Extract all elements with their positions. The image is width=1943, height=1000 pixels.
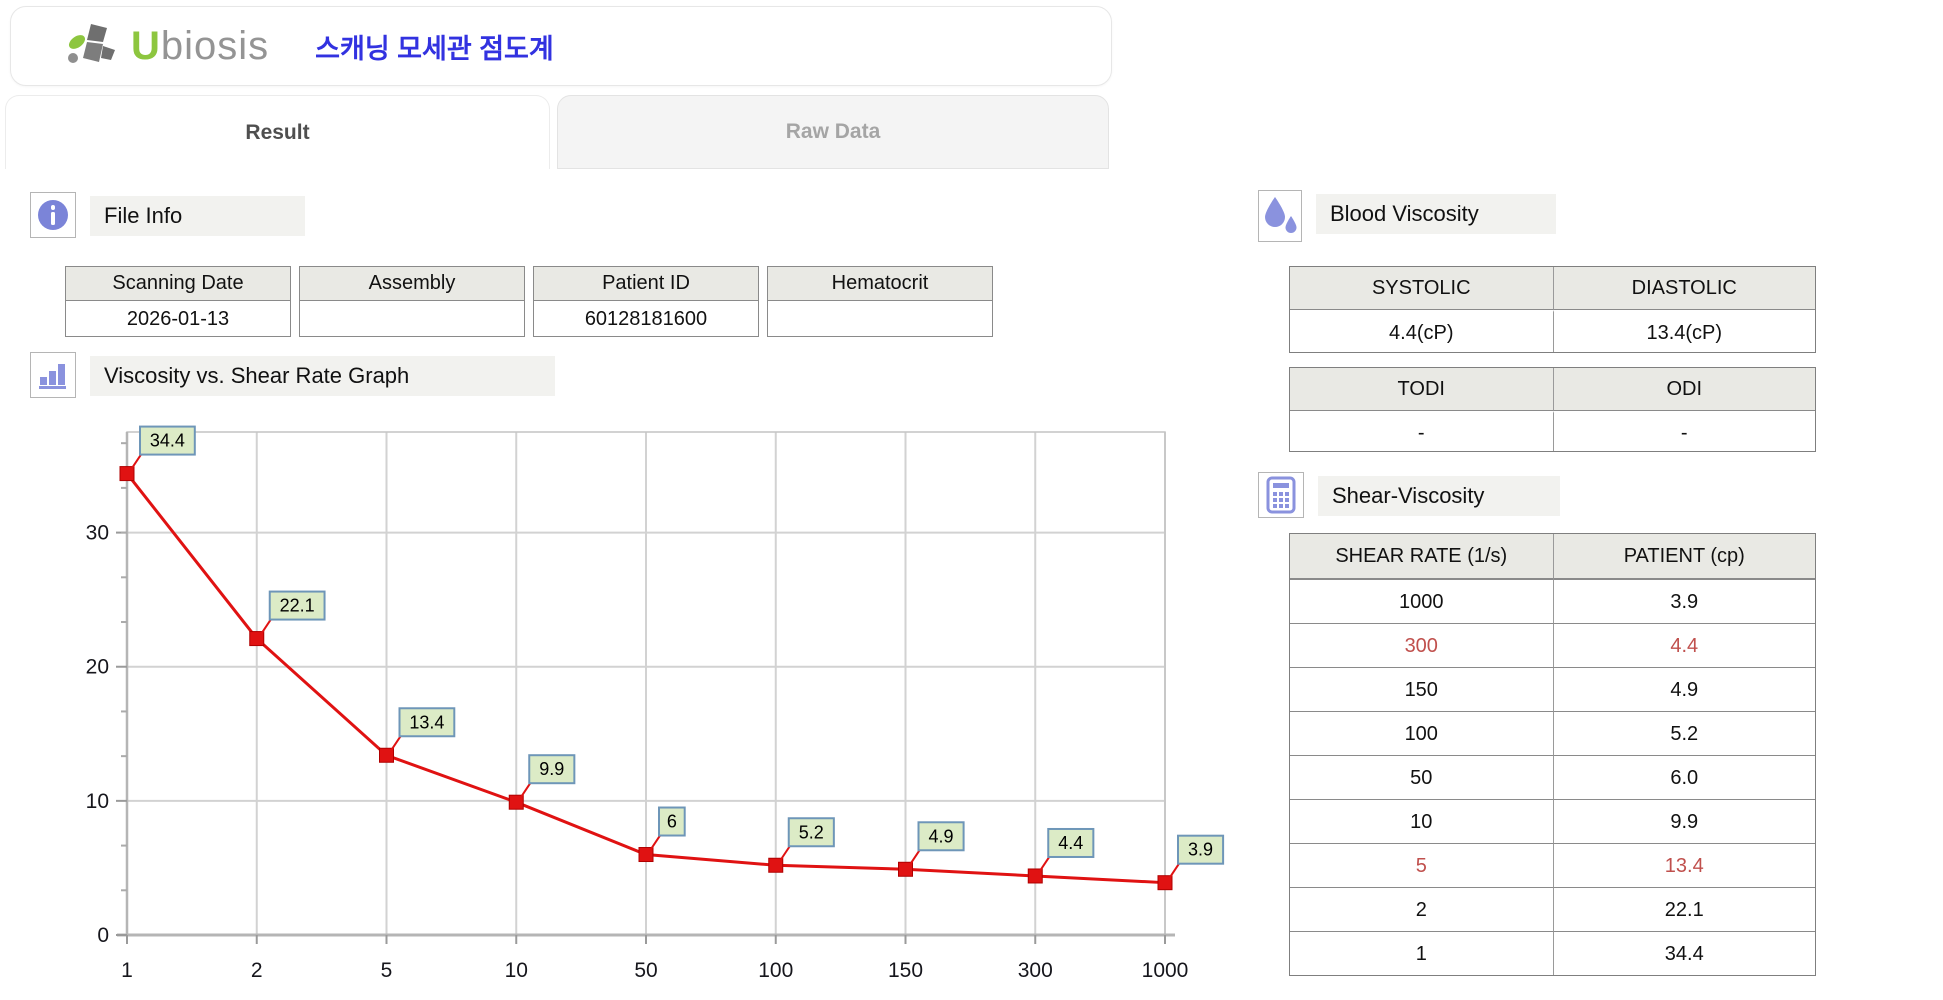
- blood-drop-icon: [1258, 190, 1302, 242]
- patient-cell: 13.4: [1553, 843, 1816, 887]
- svg-text:0: 0: [97, 924, 109, 947]
- app-title: 스캐닝 모세관 점도계: [315, 27, 554, 66]
- svg-text:1000: 1000: [1142, 959, 1189, 982]
- svg-text:6: 6: [667, 812, 677, 832]
- graph-section-header: Viscosity vs. Shear Rate Graph: [30, 352, 555, 398]
- blood-viscosity-title: Blood Viscosity: [1316, 194, 1556, 234]
- shear-viscosity-title: Shear-Viscosity: [1318, 476, 1560, 516]
- shear-rate-cell: 2: [1290, 887, 1553, 931]
- svg-text:34.4: 34.4: [150, 431, 185, 451]
- field-label: Assembly: [300, 267, 524, 301]
- blood-viscosity-section-header: Blood Viscosity: [1258, 190, 1556, 242]
- diastolic-value: 13.4(cP): [1553, 310, 1816, 352]
- ubiosis-leaf-icon: [63, 20, 127, 72]
- field-value: [768, 301, 992, 336]
- calculator-icon: [1258, 472, 1304, 518]
- odi-value: -: [1553, 411, 1816, 451]
- shear-rate-cell: 1: [1290, 931, 1553, 975]
- svg-text:5.2: 5.2: [799, 822, 824, 842]
- viscosity-shear-rate-chart: 0 10 20 30 1 2 5 10 50 100 150 300 1000 34.4 22.1 13.4 9…: [0, 415, 1250, 995]
- svg-text:10: 10: [86, 790, 109, 813]
- shear-rate-cell: 100: [1290, 711, 1553, 755]
- ubiosis-logo: Ubiosis: [63, 20, 269, 72]
- patient-cell: 4.9: [1553, 667, 1816, 711]
- svg-text:22.1: 22.1: [280, 596, 315, 616]
- systolic-value: 4.4(cP): [1290, 310, 1553, 352]
- shear-rate-cell: 150: [1290, 667, 1553, 711]
- field-value: 2026-01-13: [66, 301, 290, 336]
- shear-table-row: 513.4: [1290, 843, 1815, 887]
- todi-value: -: [1290, 411, 1553, 451]
- shear-table-row: 506.0: [1290, 755, 1815, 799]
- shear-table-row: 222.1: [1290, 887, 1815, 931]
- file-info-box-assembly: Assembly: [299, 266, 525, 337]
- shear-rate-cell: 10: [1290, 799, 1553, 843]
- patient-cell: 4.4: [1553, 623, 1816, 667]
- field-label: Scanning Date: [66, 267, 290, 301]
- shear-rate-cell: 5: [1290, 843, 1553, 887]
- patient-cell: 9.9: [1553, 799, 1816, 843]
- shear-viscosity-section-header: Shear-Viscosity: [1258, 472, 1560, 518]
- shear-table-row: 1005.2: [1290, 711, 1815, 755]
- patient-cell: 34.4: [1553, 931, 1816, 975]
- svg-text:4.4: 4.4: [1058, 833, 1083, 853]
- field-value: [300, 301, 524, 336]
- file-info-box-scanning-date: Scanning Date2026-01-13: [65, 266, 291, 337]
- shear-rate-cell: 50: [1290, 755, 1553, 799]
- shear-table-row: 1504.9: [1290, 667, 1815, 711]
- logo-wordmark: Ubiosis: [131, 24, 269, 69]
- graph-title: Viscosity vs. Shear Rate Graph: [90, 356, 555, 396]
- patient-cell: 3.9: [1553, 579, 1816, 623]
- svg-text:20: 20: [86, 656, 109, 679]
- todi-odi-table: TODI ODI - -: [1289, 367, 1816, 452]
- tab-result[interactable]: Result: [5, 95, 550, 169]
- shear-table-row: 109.9: [1290, 799, 1815, 843]
- svg-text:50: 50: [634, 959, 657, 982]
- shear-table-row: 134.4: [1290, 931, 1815, 975]
- shear-table-row: 10003.9: [1290, 579, 1815, 623]
- tab-raw-data[interactable]: Raw Data: [557, 95, 1109, 169]
- svg-text:2: 2: [251, 959, 263, 982]
- patient-cell: 6.0: [1553, 755, 1816, 799]
- shear-rate-cell: 300: [1290, 623, 1553, 667]
- svg-text:13.4: 13.4: [409, 712, 444, 732]
- patient-cell: 22.1: [1553, 887, 1816, 931]
- svg-text:300: 300: [1018, 959, 1053, 982]
- patient-cell: 5.2: [1553, 711, 1816, 755]
- field-label: Patient ID: [534, 267, 758, 301]
- header-bar: Ubiosis 스캐닝 모세관 점도계: [10, 6, 1112, 86]
- field-label: Hematocrit: [768, 267, 992, 301]
- patient-column-header: PATIENT (cp): [1553, 534, 1816, 579]
- odi-header: ODI: [1553, 368, 1816, 411]
- svg-text:5: 5: [381, 959, 393, 982]
- file-info-box-patient-id: Patient ID60128181600: [533, 266, 759, 337]
- info-icon: [30, 192, 76, 238]
- diastolic-header: DIASTOLIC: [1553, 267, 1816, 310]
- bar-chart-icon: [30, 352, 76, 398]
- svg-text:3.9: 3.9: [1188, 840, 1213, 860]
- todi-header: TODI: [1290, 368, 1553, 411]
- svg-text:150: 150: [888, 959, 923, 982]
- field-value: 60128181600: [534, 301, 758, 336]
- file-info-box-hematocrit: Hematocrit: [767, 266, 993, 337]
- shear-viscosity-table: SHEAR RATE (1/s) PATIENT (cp) 10003.9300…: [1289, 533, 1816, 976]
- shear-table-row: 3004.4: [1290, 623, 1815, 667]
- file-info-title: File Info: [90, 196, 305, 236]
- shear-rate-column-header: SHEAR RATE (1/s): [1290, 534, 1553, 579]
- svg-text:1: 1: [121, 959, 133, 982]
- shear-rate-cell: 1000: [1290, 579, 1553, 623]
- svg-text:10: 10: [505, 959, 528, 982]
- file-info-section-header: File Info: [30, 192, 305, 238]
- svg-text:9.9: 9.9: [539, 759, 564, 779]
- systolic-header: SYSTOLIC: [1290, 267, 1553, 310]
- svg-text:30: 30: [86, 522, 109, 545]
- svg-text:4.9: 4.9: [929, 826, 954, 846]
- blood-viscosity-table: SYSTOLIC DIASTOLIC 4.4(cP) 13.4(cP): [1289, 266, 1816, 353]
- svg-text:100: 100: [758, 959, 793, 982]
